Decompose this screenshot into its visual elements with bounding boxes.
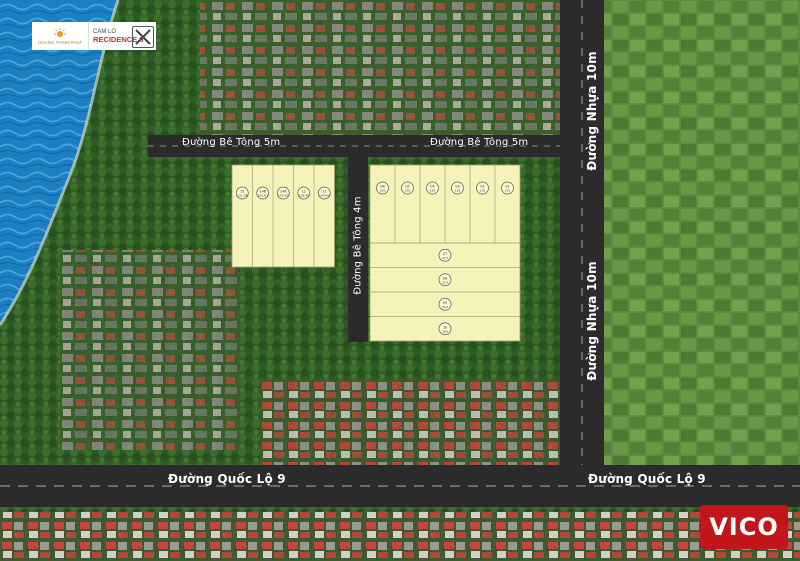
lot-04-front-width: 6.00: [428, 159, 437, 164]
lot-08-area: 213: [442, 280, 448, 284]
lot-14B-area: 130.61: [258, 194, 269, 198]
lot-14A-front-width: 6.00: [279, 159, 288, 164]
road-label-asphalt-10m-bottom: Đường Nhựa 10m: [584, 261, 599, 381]
block-a: [231, 164, 335, 268]
lot-14B-back-width: 6.00: [258, 268, 267, 273]
lot-04-area: 135: [430, 189, 436, 193]
houses-south-center: [260, 380, 560, 465]
lot-05-area: 135: [405, 189, 411, 193]
lot-11-front-width: 6.00: [320, 159, 329, 164]
lot-01-front-width: 6.00: [503, 159, 512, 164]
lot-14A-back-width: 6.00: [279, 268, 288, 273]
road-label-concrete-5m-right: Đường Bê Tông 5m: [430, 137, 529, 148]
lot-14A-area: 129.83: [278, 194, 289, 198]
houses-southwest: [60, 250, 240, 450]
lot-01-area: 135: [505, 189, 511, 193]
brand-name: HOANG THINH PHAT: [37, 39, 83, 45]
lot-09-area: 213: [442, 305, 448, 309]
cross-emblem-icon: [132, 26, 154, 48]
lot-12-area: 128.48: [299, 194, 310, 198]
road-label-concrete-4m: Đường Bê Tông 4m: [352, 196, 364, 295]
lot-14B-front-width: 6.00: [258, 159, 267, 164]
project-logo: HOANG THINH PHAT CAM LO RECIDENCE 6: [32, 22, 156, 50]
lot-03-area: 135: [455, 189, 461, 193]
houses-town: [0, 512, 800, 561]
lot-11-back-width: 6.00: [320, 268, 329, 273]
lot-12-front-width: 6.00: [299, 159, 308, 164]
road-label-asphalt-10m-top: Đường Nhựa 10m: [584, 51, 599, 171]
watermark-text: VICO: [709, 513, 779, 541]
lot-12-back-width: 6.00: [299, 268, 308, 273]
site-plan-map[interactable]: 6.00 6.00 15 131.98 6.00 6.00 14B 130.61 6.00 6.0…: [0, 0, 800, 561]
lot-11-area: 190.40: [319, 194, 330, 198]
houses-north: [200, 0, 560, 135]
lot-15-back-width: 6.00: [238, 268, 247, 273]
lot-02-front-width: 6.00: [478, 159, 487, 164]
lot-06-front-width: 6.00: [378, 159, 387, 164]
road-label-concrete-5m-left: Đường Bê Tông 5m: [182, 137, 281, 148]
sun-icon: [54, 27, 66, 37]
lot-02-area: 135: [480, 189, 486, 193]
lot-15-area: 131.98: [237, 194, 248, 198]
lot-07-area: 213: [442, 256, 448, 260]
road-label-highway-right: Đường Quốc Lộ 9: [588, 472, 706, 486]
brand-mark: HOANG THINH PHAT: [32, 22, 89, 50]
road-label-highway-left: Đường Quốc Lộ 9: [168, 472, 286, 486]
lot-06-area: 150: [380, 189, 386, 193]
lot-05-front-width: 6.00: [403, 159, 412, 164]
lot-15-front-width: 6.00: [238, 159, 247, 164]
vico-watermark: VICO: [700, 505, 788, 549]
lot-03-front-width: 6.00: [453, 159, 462, 164]
lot-10-area: 183: [442, 329, 448, 333]
rice-fields: [604, 0, 800, 470]
